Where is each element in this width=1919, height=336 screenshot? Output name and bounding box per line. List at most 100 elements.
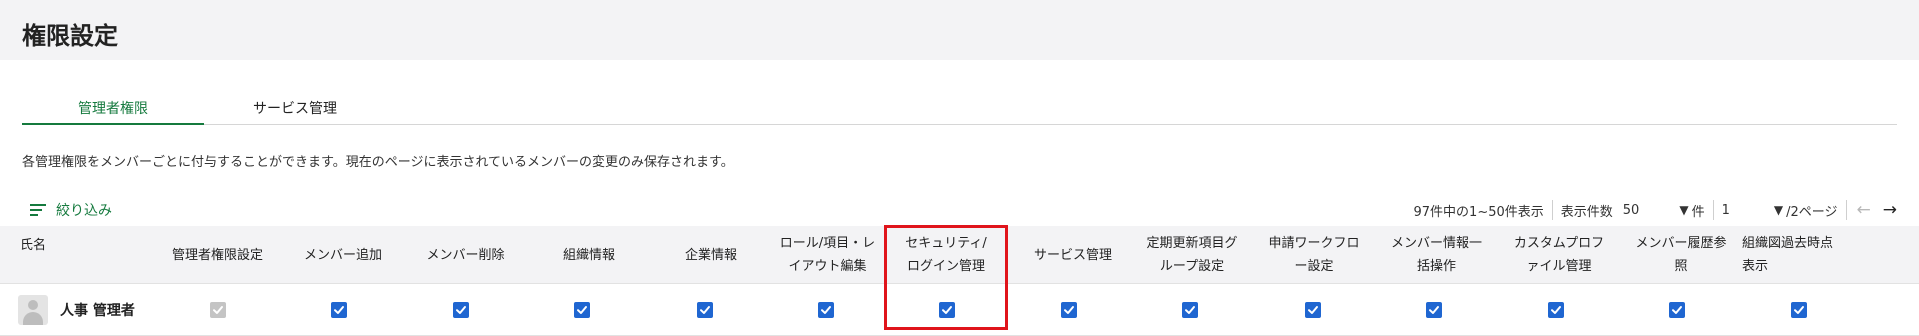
checkmark-icon bbox=[942, 306, 952, 314]
checkmark-icon bbox=[1794, 306, 1804, 314]
column-header-line: 申請ワークフロ bbox=[1268, 236, 1360, 251]
permission-cell bbox=[814, 284, 838, 336]
column-header: メンバー情報一 括操作 bbox=[1375, 226, 1498, 284]
result-range-text: 97件中の1~50件表示 bbox=[1413, 204, 1544, 220]
column-header: サービス管理 bbox=[1015, 226, 1131, 284]
user-name: 人事 管理者 bbox=[60, 303, 135, 319]
arrow-left-icon[interactable]: ← bbox=[1857, 200, 1871, 220]
total-pages-text: /2ページ bbox=[1786, 204, 1838, 220]
column-header: セキュリティ/ログイン管理 bbox=[884, 226, 1008, 284]
checkmark-icon bbox=[1429, 306, 1439, 314]
checkmark-icon bbox=[821, 306, 831, 314]
column-header: カスタムプロフ ァイル管理 bbox=[1498, 226, 1620, 284]
permission-checkbox[interactable] bbox=[1548, 302, 1564, 318]
column-header-line: ー設定 bbox=[1294, 259, 1334, 274]
permission-checkbox[interactable] bbox=[1669, 302, 1685, 318]
table-row: 人事 管理者 bbox=[0, 284, 1919, 336]
permission-checkbox[interactable] bbox=[1061, 302, 1077, 318]
permission-cell bbox=[327, 284, 351, 336]
permission-checkbox[interactable] bbox=[1305, 302, 1321, 318]
column-header: 組織情報 bbox=[527, 226, 651, 284]
page-caret-icon[interactable]: ▼ bbox=[1774, 203, 1783, 217]
tab-admin-permissions[interactable]: 管理者権限 bbox=[22, 98, 204, 125]
column-header-line: イアウト編集 bbox=[788, 259, 867, 274]
user-cell: 人事 管理者 bbox=[18, 284, 135, 336]
permission-checkbox[interactable] bbox=[331, 302, 347, 318]
permission-checkbox[interactable] bbox=[818, 302, 834, 318]
column-header-line: 管理者権限設定 bbox=[171, 247, 263, 263]
column-header-line: 定期更新項目グ bbox=[1146, 236, 1238, 251]
permission-checkbox[interactable] bbox=[697, 302, 713, 318]
per-page-value[interactable]: 50 bbox=[1623, 203, 1640, 218]
permission-checkbox[interactable] bbox=[1791, 302, 1807, 318]
per-page-unit: 件 bbox=[1691, 204, 1705, 220]
permission-cell bbox=[206, 284, 230, 336]
column-header-line: ログイン管理 bbox=[906, 259, 985, 274]
permission-cell bbox=[935, 284, 959, 336]
pagination: 97件中の1~50件表示 表示件数 50 ▼ 件 1 ▼ /2ページ ← → bbox=[1414, 199, 1897, 221]
column-header: メンバー削除 bbox=[404, 226, 527, 284]
column-header-line: サービス管理 bbox=[1033, 247, 1112, 263]
column-header-line: カスタムプロフ bbox=[1513, 236, 1605, 251]
tab-service-management[interactable]: サービス管理 bbox=[204, 98, 386, 125]
column-header-line: セキュリティ/ bbox=[905, 236, 987, 251]
description-text: 各管理権限をメンバーごとに付与することができます。現在のページに表示されているメ… bbox=[22, 155, 734, 170]
divider bbox=[1845, 200, 1847, 220]
column-header: 企業情報 bbox=[651, 226, 771, 284]
column-header-line: 括操作 bbox=[1416, 259, 1456, 274]
checkmark-icon bbox=[213, 306, 223, 314]
column-header-line: メンバー情報一 bbox=[1390, 236, 1482, 251]
permissions-table: 氏名 管理者権限設定 メンバー追加 メンバー削除 組織情報 企業情報 ロール/項目・レ イア… bbox=[0, 226, 1919, 336]
permission-checkbox[interactable] bbox=[574, 302, 590, 318]
page-title: 権限設定 bbox=[22, 22, 118, 50]
filter-label: 絞り込み bbox=[56, 203, 112, 219]
column-header: メンバー追加 bbox=[282, 226, 404, 284]
filter-button[interactable]: 絞り込み bbox=[30, 200, 112, 220]
checkmark-icon bbox=[456, 306, 466, 314]
checkmark-icon bbox=[1064, 306, 1074, 314]
permission-checkbox bbox=[210, 302, 226, 318]
checkmark-icon bbox=[700, 306, 710, 314]
column-header-line: ロール/項目・レ bbox=[779, 236, 876, 251]
permission-cell bbox=[1665, 284, 1689, 336]
column-header-line: メンバー追加 bbox=[303, 247, 382, 263]
permission-cell bbox=[1544, 284, 1568, 336]
checkmark-icon bbox=[577, 306, 587, 314]
column-header-line: ループ設定 bbox=[1159, 259, 1225, 274]
permission-cell bbox=[570, 284, 594, 336]
arrow-right-icon[interactable]: → bbox=[1883, 200, 1897, 220]
column-header: 申請ワークフロ ー設定 bbox=[1253, 226, 1375, 284]
permission-checkbox[interactable] bbox=[939, 302, 955, 318]
column-header: メンバー履歴参照 bbox=[1620, 226, 1742, 284]
current-page-select[interactable]: 1 bbox=[1722, 203, 1730, 218]
table-header: 氏名 管理者権限設定 メンバー追加 メンバー削除 組織情報 企業情報 ロール/項目・レ イア… bbox=[0, 226, 1919, 284]
column-header-line: 照 bbox=[1674, 259, 1688, 274]
tab-bar: 管理者権限 サービス管理 bbox=[22, 98, 1897, 125]
divider bbox=[1551, 200, 1553, 220]
checkmark-icon bbox=[334, 306, 344, 314]
page-header: 権限設定 bbox=[0, 0, 1919, 60]
column-header-line: 組織情報 bbox=[562, 247, 615, 263]
column-header-line: メンバー履歴参 bbox=[1635, 236, 1727, 251]
permission-cell bbox=[449, 284, 473, 336]
column-header-name: 氏名 bbox=[20, 238, 47, 253]
permission-checkbox[interactable] bbox=[1426, 302, 1442, 318]
permission-cell bbox=[1787, 284, 1811, 336]
permission-cell bbox=[1422, 284, 1446, 336]
checkmark-icon bbox=[1185, 306, 1195, 314]
per-page-caret-icon[interactable]: ▼ bbox=[1679, 203, 1688, 217]
permission-cell bbox=[693, 284, 717, 336]
permission-cell bbox=[1178, 284, 1202, 336]
column-header-line: 表示 bbox=[1742, 259, 1769, 274]
column-header: 組織図過去時点 表示 bbox=[1742, 226, 1867, 284]
column-header: ロール/項目・レ イアウト編集 bbox=[771, 226, 884, 284]
column-header-line: 企業情報 bbox=[684, 247, 737, 263]
column-header-line: 組織図過去時点 bbox=[1742, 236, 1834, 251]
divider bbox=[1712, 200, 1714, 220]
permission-checkbox[interactable] bbox=[453, 302, 469, 318]
permission-checkbox[interactable] bbox=[1182, 302, 1198, 318]
filter-lines-icon bbox=[30, 204, 46, 216]
checkmark-icon bbox=[1551, 306, 1561, 314]
column-header: 定期更新項目グ ループ設定 bbox=[1131, 226, 1253, 284]
permission-cell bbox=[1057, 284, 1081, 336]
